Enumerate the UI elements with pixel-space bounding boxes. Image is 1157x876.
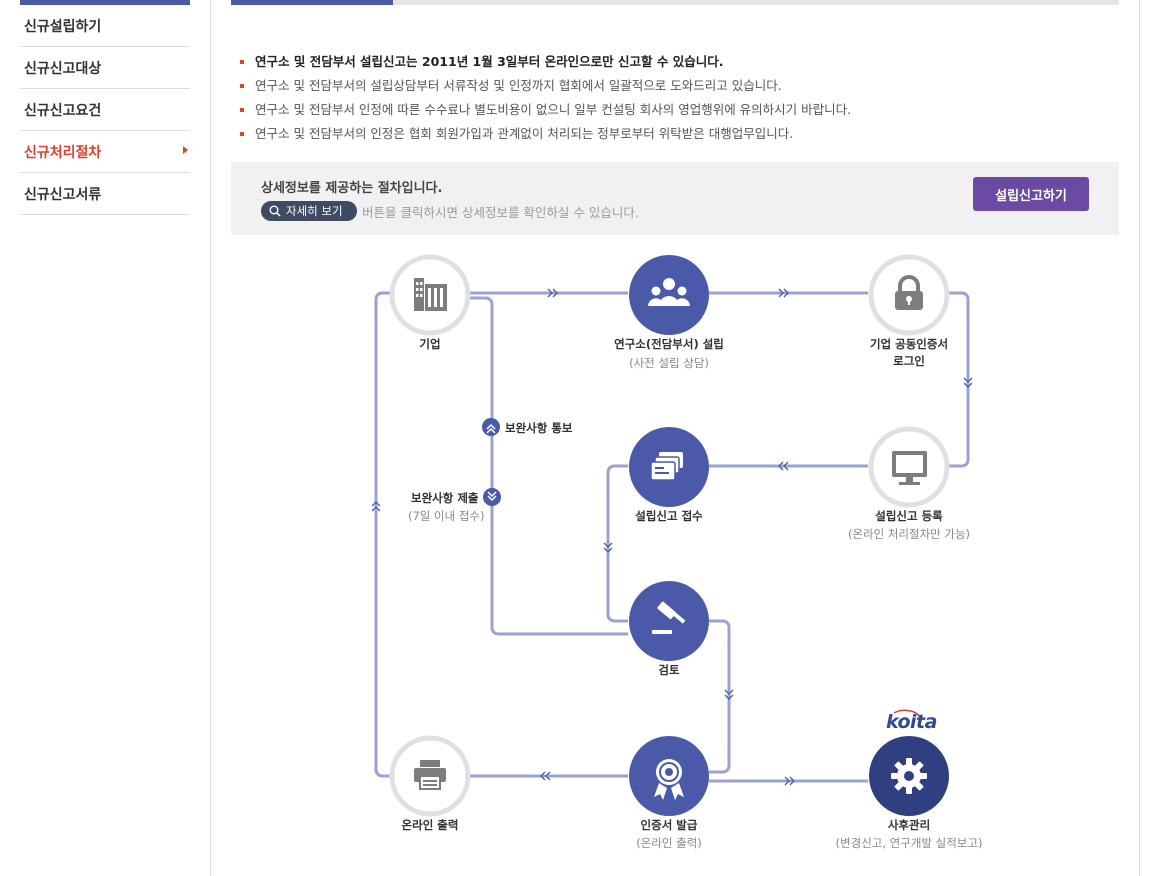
aftercare-label: 사후관리 — [887, 818, 931, 832]
establish-node — [629, 255, 709, 335]
review-label: 검토 — [658, 663, 680, 677]
issue-node — [629, 736, 709, 816]
review-node — [629, 581, 709, 661]
cert-login-node — [868, 254, 950, 336]
receipt-node — [629, 427, 709, 507]
issue-sub: (온라인 출력) — [636, 836, 702, 850]
register-node — [868, 426, 950, 508]
establish-sub: (사전 설립 상담) — [629, 356, 709, 370]
receipt-label: 설립신고 접수 — [635, 509, 703, 523]
print-label: 온라인 출력 — [401, 818, 459, 832]
issue-label: 인증서 발급 — [640, 818, 698, 832]
cert-login-label-line2: 로그인 — [893, 354, 925, 368]
supplement-submit-label: 보완사항 제출 — [411, 491, 479, 505]
aftercare-node — [869, 736, 949, 816]
register-label: 설립신고 등록 — [875, 509, 943, 523]
supplement-notice-label: 보완사항 통보 — [505, 421, 573, 435]
register-sub: (온라인 처리절차만 가능) — [847, 527, 971, 541]
gear-icon — [891, 758, 927, 794]
process-flow-diagram — [371, 254, 973, 817]
supplement-submit-sub: (7일 이내 접수) — [408, 509, 485, 523]
aftercare-sub: (변경신고, 연구개발 실적보고) — [835, 836, 983, 850]
cert-login-label-line1: 기업 공동인증서 — [869, 337, 949, 351]
koita-logo: koita — [886, 711, 937, 733]
company-node — [389, 254, 471, 336]
print-node — [389, 735, 471, 817]
supplement-submit-badge — [483, 488, 501, 506]
company-label: 기업 — [419, 337, 441, 351]
establish-label: 연구소(전담부서) 설립 — [614, 337, 724, 351]
supplement-notice-badge — [482, 418, 500, 436]
